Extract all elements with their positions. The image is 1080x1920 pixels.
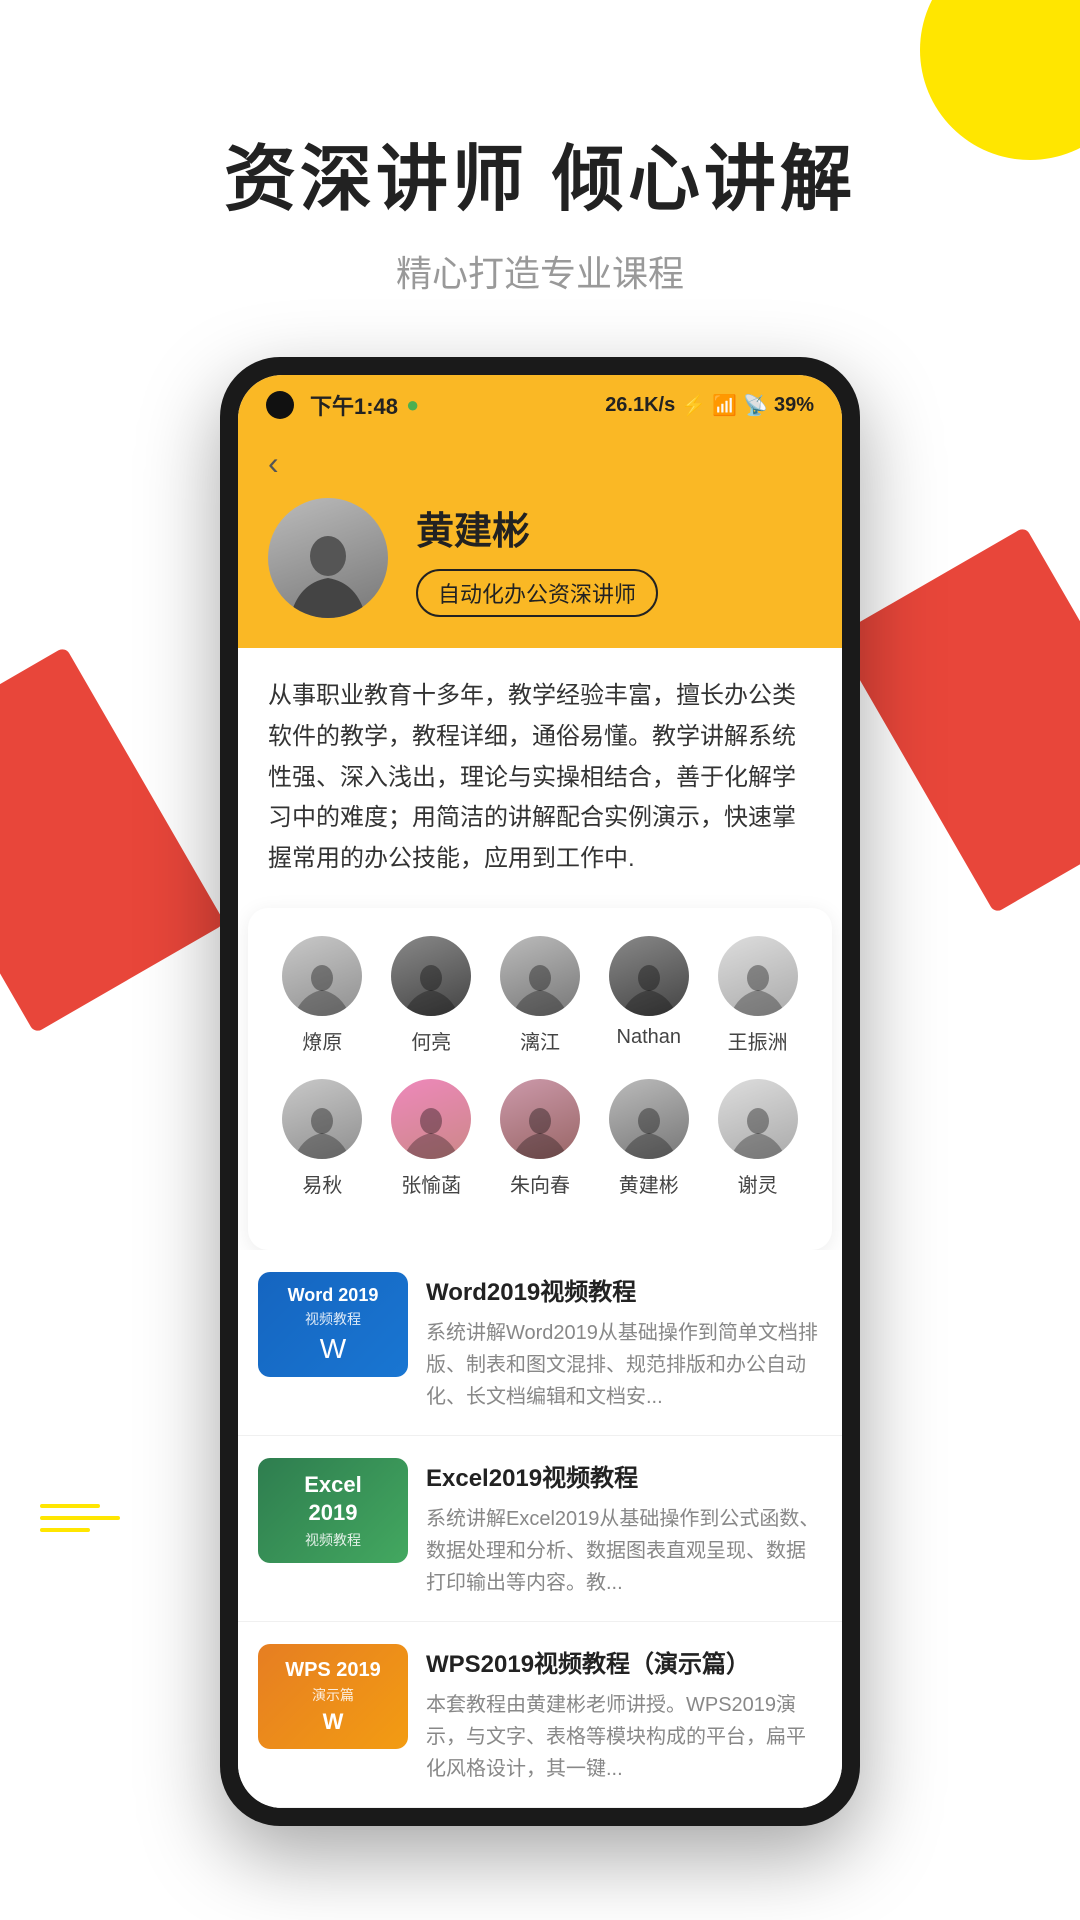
teacher-badge: 自动化办公资深讲师 [416, 569, 658, 617]
instructors-row-2: 易秋 张愉菡 朱向春 [268, 1079, 812, 1198]
back-arrow[interactable]: ‹ [268, 445, 812, 482]
course-info: WPS2019视频教程（演示篇） 本套教程由黄建彬老师讲授。WPS2019演示，… [426, 1644, 822, 1785]
status-speed: 26.1K/s [605, 394, 675, 417]
course-list: Word 2019 视频教程 W Word2019视频教程 系统讲解Word20… [238, 1250, 842, 1808]
instructor-silhouette [290, 960, 354, 1016]
instructor-avatar [609, 1079, 689, 1159]
instructor-avatar [609, 936, 689, 1016]
status-bar-left: 下午1:48 ● [266, 389, 419, 421]
course-desc: 系统讲解Word2019从基础操作到简单文档排版、制表和图文混排、规范排版和办公… [426, 1317, 822, 1413]
instructor-name: 何亮 [411, 1026, 451, 1055]
instructor-item[interactable]: 黄建彬 [599, 1079, 699, 1198]
course-title: Excel2019视频教程 [426, 1458, 822, 1493]
instructors-panel: 燎原 何亮 漓江 [248, 908, 832, 1250]
teacher-info: 黄建彬 自动化办公资深讲师 [416, 500, 812, 617]
status-bar: 下午1:48 ● 26.1K/s ⚡ 📶 📡 39% [238, 375, 842, 429]
instructor-name: Nathan [617, 1026, 682, 1049]
teacher-bio: 从事职业教育十多年，教学经验丰富，擅长办公类软件的教学，教程详细，通俗易懂。教学… [238, 648, 842, 908]
instructor-silhouette [617, 1103, 681, 1159]
instructor-item[interactable]: 谢灵 [708, 1079, 808, 1198]
profile-header: ‹ 黄建彬 自动化办公资深讲师 [238, 429, 842, 648]
instructor-name: 易秋 [302, 1169, 342, 1198]
instructor-avatar [391, 936, 471, 1016]
instructor-silhouette [508, 1103, 572, 1159]
hero-section: 资深讲师 倾心讲解 精心打造专业课程 [0, 0, 1080, 337]
instructor-name: 朱向春 [510, 1169, 570, 1198]
course-thumbnail: Excel 2019 视频教程 [258, 1458, 408, 1563]
phone-wrapper: 下午1:48 ● 26.1K/s ⚡ 📶 📡 39% ‹ [0, 357, 1080, 1826]
instructor-item[interactable]: 王振洲 [708, 936, 808, 1055]
instructor-item[interactable]: 燎原 [272, 936, 372, 1055]
hero-subtitle: 精心打造专业课程 [0, 245, 1080, 297]
instructor-item[interactable]: 易秋 [272, 1079, 372, 1198]
wifi-icon: 📡 [743, 393, 768, 418]
course-info: Excel2019视频教程 系统讲解Excel2019从基础操作到公式函数、数据… [426, 1458, 822, 1599]
instructor-name: 张愉菡 [401, 1169, 461, 1198]
camera-notch [266, 391, 294, 419]
instructor-silhouette [290, 1103, 354, 1159]
instructor-silhouette [399, 960, 463, 1016]
instructor-item[interactable]: 张愉菡 [381, 1079, 481, 1198]
course-thumbnail: Word 2019 视频教程 W [258, 1272, 408, 1377]
instructor-silhouette [508, 960, 572, 1016]
instructor-avatar [718, 936, 798, 1016]
instructor-item[interactable]: 何亮 [381, 936, 481, 1055]
status-dot: ● [406, 392, 419, 418]
status-time: 下午1:48 [310, 389, 398, 421]
signal-icon: 📶 [712, 393, 737, 418]
course-item[interactable]: Word 2019 视频教程 W Word2019视频教程 系统讲解Word20… [238, 1250, 842, 1436]
instructor-item[interactable]: Nathan [599, 936, 699, 1055]
teacher-avatar [268, 498, 388, 618]
instructor-silhouette [726, 1103, 790, 1159]
instructors-row-1: 燎原 何亮 漓江 [268, 936, 812, 1055]
instructor-avatar [391, 1079, 471, 1159]
instructor-item[interactable]: 朱向春 [490, 1079, 590, 1198]
course-item[interactable]: WPS 2019 演示篇 W WPS2019视频教程（演示篇） 本套教程由黄建彬… [238, 1622, 842, 1808]
status-bar-right: 26.1K/s ⚡ 📶 📡 39% [605, 393, 814, 418]
instructor-avatar [500, 1079, 580, 1159]
bluetooth-icon: ⚡ [681, 393, 706, 418]
instructor-silhouette [617, 960, 681, 1016]
teacher-name: 黄建彬 [416, 500, 812, 555]
course-desc: 系统讲解Excel2019从基础操作到公式函数、数据处理和分析、数据图表直观呈现… [426, 1503, 822, 1599]
course-desc: 本套教程由黄建彬老师讲授。WPS2019演示，与文字、表格等模块构成的平台，扁平… [426, 1689, 822, 1785]
phone-screen: 下午1:48 ● 26.1K/s ⚡ 📶 📡 39% ‹ [238, 375, 842, 1808]
instructor-avatar [718, 1079, 798, 1159]
instructor-silhouette [399, 1103, 463, 1159]
course-item[interactable]: Excel 2019 视频教程 Excel2019视频教程 系统讲解Excel2… [238, 1436, 842, 1622]
instructor-name: 漓江 [520, 1026, 560, 1055]
instructor-avatar [282, 936, 362, 1016]
battery-text: 39% [774, 394, 814, 417]
instructor-silhouette [726, 960, 790, 1016]
course-thumbnail: WPS 2019 演示篇 W [258, 1644, 408, 1749]
course-title: WPS2019视频教程（演示篇） [426, 1644, 822, 1679]
instructor-avatar [282, 1079, 362, 1159]
instructor-avatar [500, 936, 580, 1016]
instructor-name: 黄建彬 [619, 1169, 679, 1198]
phone-frame: 下午1:48 ● 26.1K/s ⚡ 📶 📡 39% ‹ [220, 357, 860, 1826]
instructor-item[interactable]: 漓江 [490, 936, 590, 1055]
course-title: Word2019视频教程 [426, 1272, 822, 1307]
course-info: Word2019视频教程 系统讲解Word2019从基础操作到简单文档排版、制表… [426, 1272, 822, 1413]
instructor-name: 谢灵 [738, 1169, 778, 1198]
instructor-name: 王振洲 [728, 1026, 788, 1055]
hero-title: 资深讲师 倾心讲解 [0, 120, 1080, 225]
teacher-avatar-silhouette [278, 528, 378, 618]
instructor-name: 燎原 [302, 1026, 342, 1055]
